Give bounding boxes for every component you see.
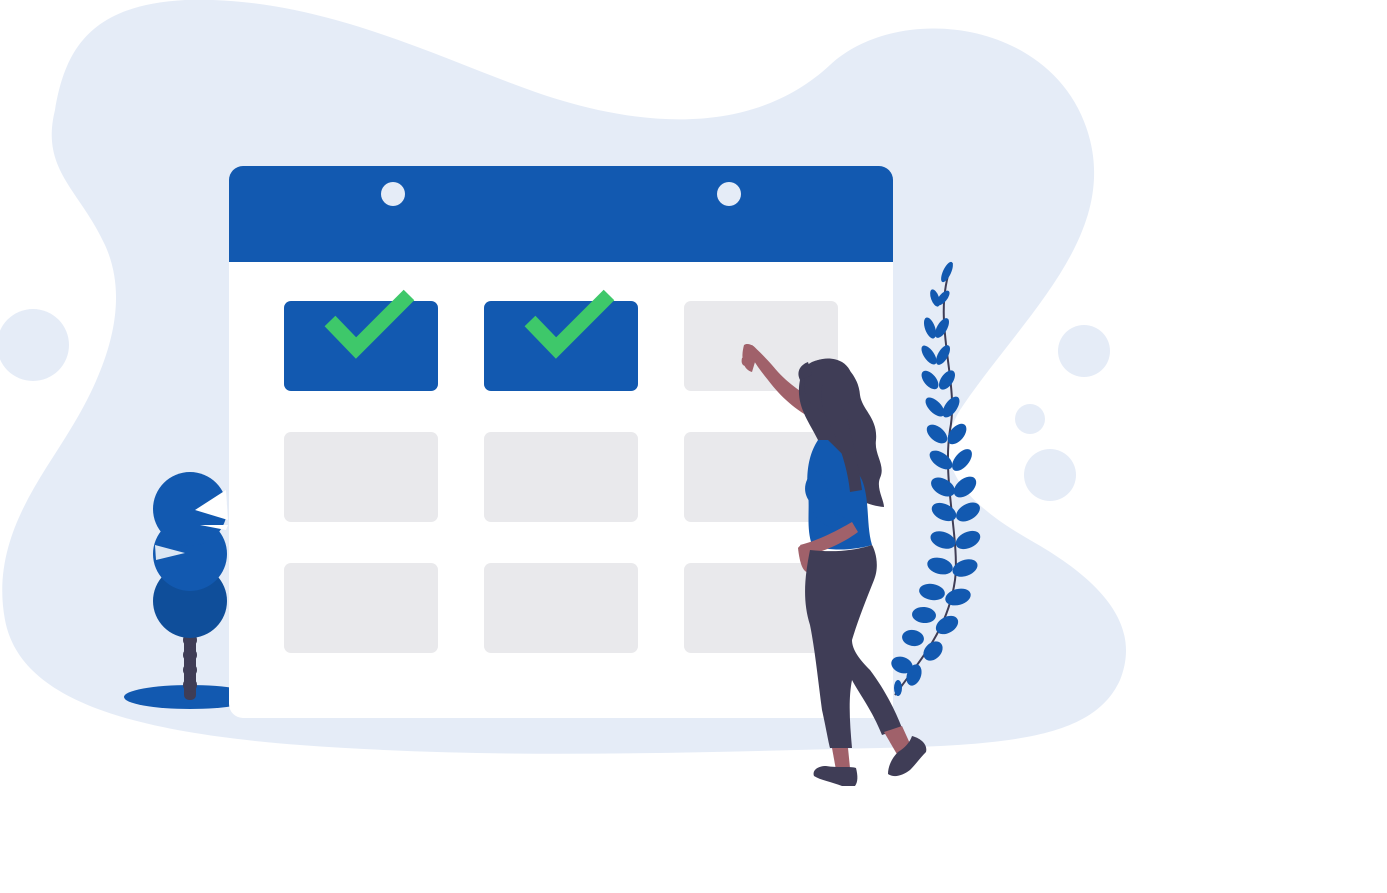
calendar-cell [484,432,638,522]
calendar-illustration [0,0,1126,786]
calendar-ring [381,182,405,206]
calendar-ring [717,182,741,206]
calendar [229,166,893,718]
calendar-cell [484,563,638,653]
calendar-cell [284,432,438,522]
calendar-cell [284,563,438,653]
scene [0,0,1387,893]
